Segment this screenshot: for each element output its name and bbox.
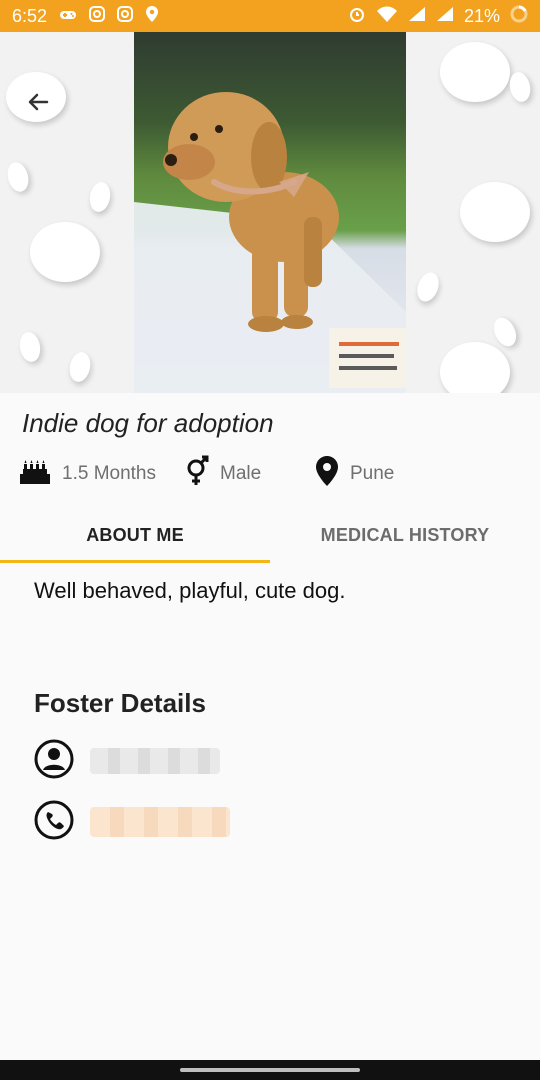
paw-print-decoration bbox=[440, 42, 510, 102]
foster-phone-row bbox=[34, 800, 514, 845]
foster-phone-redacted bbox=[90, 807, 230, 837]
foster-name-row bbox=[34, 739, 514, 784]
status-time: 6:52 bbox=[12, 5, 48, 26]
gender-info: Male bbox=[184, 454, 261, 494]
location-pin-icon bbox=[145, 5, 159, 28]
foster-name-redacted bbox=[90, 748, 220, 774]
paw-print-decoration bbox=[507, 70, 533, 104]
hero-header bbox=[0, 32, 540, 393]
paw-print-decoration bbox=[30, 222, 100, 282]
tab-medical-history[interactable]: MEDICAL HISTORY bbox=[270, 507, 540, 563]
person-icon bbox=[34, 739, 74, 784]
pet-title: Indie dog for adoption bbox=[22, 408, 274, 438]
arrow-left-icon bbox=[28, 93, 49, 111]
signal-icon bbox=[436, 6, 454, 27]
map-pin-icon bbox=[314, 454, 340, 494]
location-text: Pune bbox=[350, 463, 395, 484]
paw-print-decoration bbox=[87, 180, 113, 214]
about-description: Well behaved, playful, cute dog. bbox=[34, 578, 346, 603]
detail-tabs: ABOUT ME MEDICAL HISTORY bbox=[0, 507, 540, 563]
status-bar: 6:52 21% bbox=[0, 0, 540, 32]
active-tab-indicator bbox=[0, 560, 270, 563]
battery-ring-icon bbox=[510, 5, 528, 28]
phone-icon bbox=[34, 800, 74, 845]
age-text: 1.5 Months bbox=[62, 463, 156, 484]
location-info: Pune bbox=[314, 454, 394, 494]
paw-print-decoration bbox=[4, 159, 32, 195]
gamepad-icon bbox=[59, 6, 77, 27]
gender-symbol-icon bbox=[184, 454, 210, 494]
cake-icon bbox=[18, 454, 52, 494]
dog-photo-illustration bbox=[134, 92, 406, 393]
pet-photo[interactable] bbox=[134, 32, 406, 393]
instagram-icon bbox=[117, 5, 134, 27]
paw-print-decoration bbox=[67, 350, 93, 384]
age-info: 1.5 Months bbox=[18, 454, 156, 494]
foster-details-title: Foster Details bbox=[34, 688, 206, 718]
gender-text: Male bbox=[220, 463, 262, 484]
paw-print-decoration bbox=[413, 269, 443, 305]
paw-print-decoration bbox=[17, 330, 43, 364]
paw-print-decoration bbox=[460, 182, 530, 242]
signal-icon bbox=[408, 6, 426, 27]
instagram-icon bbox=[89, 5, 106, 27]
back-button[interactable] bbox=[22, 86, 54, 118]
wifi-icon bbox=[376, 6, 398, 27]
tab-about-me[interactable]: ABOUT ME bbox=[0, 507, 270, 563]
pet-info-row: 1.5 Months Male Pune bbox=[18, 454, 538, 494]
home-indicator[interactable] bbox=[180, 1068, 360, 1072]
paw-print-decoration bbox=[440, 342, 510, 393]
paw-print-decoration bbox=[489, 314, 521, 350]
battery-label: 21% bbox=[463, 5, 500, 26]
alarm-icon bbox=[348, 5, 366, 28]
